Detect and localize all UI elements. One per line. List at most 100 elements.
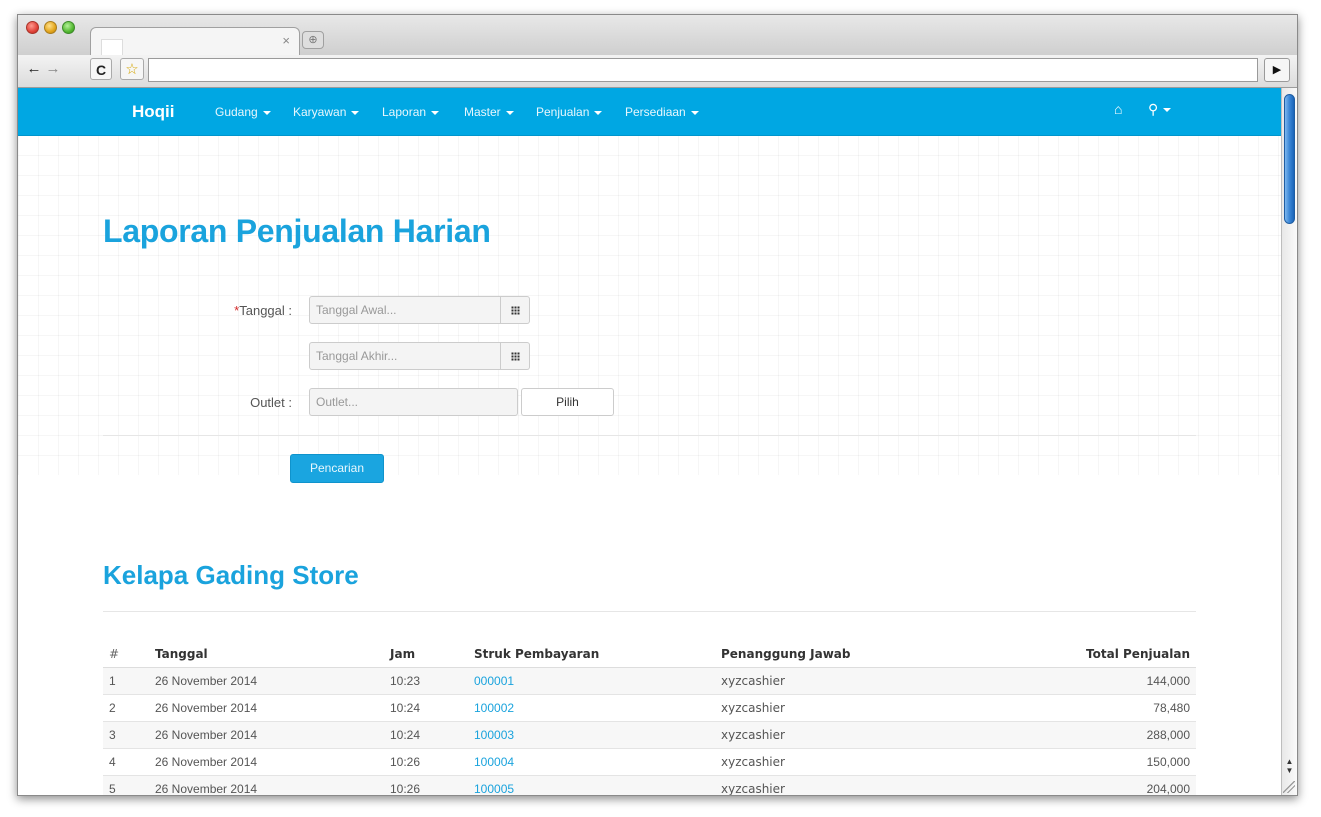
sales-table: # Tanggal Jam Struk Pembayaran Penanggun…: [103, 641, 1196, 795]
row-receipt-cell: 100005: [468, 775, 715, 795]
row-receipt-cell: 100002: [468, 694, 715, 722]
row-total: 288,000: [915, 721, 1196, 749]
caret-down-icon: [594, 110, 603, 115]
section-divider: [103, 611, 1196, 612]
form-divider: [103, 435, 1196, 436]
outlet-input[interactable]: Outlet...: [309, 388, 518, 416]
table-row: 1 26 November 2014 10:23 000001 xyzcashi…: [103, 667, 1196, 695]
pencarian-button[interactable]: Pencarian: [290, 454, 384, 483]
scrollbar-thumb[interactable]: [1284, 94, 1295, 224]
minimize-window-button[interactable]: [44, 21, 57, 34]
nav-item-label: Persediaan: [625, 105, 686, 119]
nav-item-gudang[interactable]: Gudang: [215, 105, 271, 119]
caret-down-icon: [505, 110, 514, 115]
row-receipt-cell: 000001: [468, 667, 715, 695]
address-bar[interactable]: [148, 58, 1258, 82]
receipt-link[interactable]: 000001: [474, 674, 514, 688]
row-number: 4: [103, 748, 149, 776]
brand-logo[interactable]: Hoqii: [132, 102, 175, 122]
row-total: 144,000: [915, 667, 1196, 695]
column-header: Struk Pembayaran: [468, 641, 715, 668]
column-header: #: [103, 641, 149, 668]
outlet-label: Outlet :: [250, 395, 292, 410]
row-cashier: xyzcashier: [715, 721, 915, 749]
forward-arrow-icon[interactable]: →: [44, 58, 62, 80]
nav-item-label: Laporan: [382, 105, 427, 119]
row-date: 26 November 2014: [149, 694, 384, 722]
nav-item-label: Penjualan: [536, 105, 590, 119]
page-title: Laporan Penjualan Harian: [103, 213, 491, 249]
row-time: 10:23: [384, 667, 468, 695]
close-window-button[interactable]: [26, 21, 39, 34]
browser-tab[interactable]: ×: [90, 27, 300, 57]
table-row: 3 26 November 2014 10:24 100003 xyzcashi…: [103, 721, 1196, 749]
table-row: 4 26 November 2014 10:26 100004 xyzcashi…: [103, 748, 1196, 776]
receipt-link[interactable]: 100004: [474, 755, 514, 769]
nav-item-penjualan[interactable]: Penjualan: [536, 105, 603, 119]
nav-item-label: Karyawan: [293, 105, 347, 119]
nav-item-master[interactable]: Master: [464, 105, 514, 119]
table-row: 5 26 November 2014 10:26 100005 xyzcashi…: [103, 775, 1196, 795]
vertical-scrollbar[interactable]: ▲ ▼: [1281, 88, 1297, 795]
row-number: 1: [103, 667, 149, 695]
nav-item-persediaan[interactable]: Persediaan: [625, 105, 699, 119]
calendar-grid-icon: [511, 306, 520, 315]
caret-down-icon: [262, 110, 271, 115]
row-date: 26 November 2014: [149, 667, 384, 695]
calendar-grid-icon: [511, 352, 520, 361]
new-tab-button[interactable]: ⊕: [302, 31, 324, 49]
tanggal-awal-input[interactable]: Tanggal Awal...: [309, 296, 501, 324]
row-time: 10:24: [384, 721, 468, 749]
page-menu-icon[interactable]: ▶: [1264, 58, 1290, 82]
tanggal-awal-calendar-button[interactable]: [501, 296, 530, 324]
row-total: 204,000: [915, 775, 1196, 795]
tanggal-label-text: Tanggal :: [239, 303, 292, 318]
zoom-window-button[interactable]: [62, 21, 75, 34]
bookmark-star-icon[interactable]: ☆: [120, 58, 144, 80]
user-menu[interactable]: ⚲: [1148, 101, 1172, 118]
caret-down-icon: [431, 110, 440, 115]
tanggal-akhir-calendar-button[interactable]: [501, 342, 530, 370]
row-time: 10:24: [384, 694, 468, 722]
home-icon[interactable]: ⌂: [1114, 101, 1122, 117]
user-icon: ⚲: [1148, 101, 1159, 117]
caret-down-icon: [690, 110, 699, 115]
receipt-link[interactable]: 100005: [474, 782, 514, 795]
row-receipt-cell: 100004: [468, 748, 715, 776]
row-cashier: xyzcashier: [715, 748, 915, 776]
caret-down-icon: [351, 110, 360, 115]
scroll-arrows-icon[interactable]: ▲ ▼: [1283, 757, 1296, 775]
resize-grip-icon[interactable]: [1283, 781, 1295, 793]
column-header: Tanggal: [149, 641, 384, 668]
row-cashier: xyzcashier: [715, 667, 915, 695]
row-time: 10:26: [384, 748, 468, 776]
nav-item-karyawan[interactable]: Karyawan: [293, 105, 360, 119]
receipt-link[interactable]: 100003: [474, 728, 514, 742]
tab-strip: × ⊕: [18, 15, 1297, 57]
row-date: 26 November 2014: [149, 721, 384, 749]
pilih-button[interactable]: Pilih: [521, 388, 614, 416]
browser-window: × ⊕ ← → C ☆ ▶ Hoqii Gudang Karyawan Lapo…: [17, 14, 1298, 796]
nav-item-label: Master: [464, 105, 501, 119]
top-navbar: Hoqii Gudang Karyawan Laporan Master Pen…: [18, 88, 1281, 136]
table-header-row: # Tanggal Jam Struk Pembayaran Penanggun…: [103, 641, 1196, 668]
back-arrow-icon[interactable]: ←: [24, 58, 44, 80]
store-title: Kelapa Gading Store: [103, 560, 359, 590]
receipt-link[interactable]: 100002: [474, 701, 514, 715]
reload-icon[interactable]: C: [90, 58, 112, 80]
column-header: Jam: [384, 641, 468, 668]
row-number: 5: [103, 775, 149, 795]
tanggal-akhir-input[interactable]: Tanggal Akhir...: [309, 342, 501, 370]
tab-close-icon[interactable]: ×: [282, 33, 290, 48]
page-viewport: Hoqii Gudang Karyawan Laporan Master Pen…: [18, 88, 1281, 795]
row-time: 10:26: [384, 775, 468, 795]
row-number: 3: [103, 721, 149, 749]
row-total: 150,000: [915, 748, 1196, 776]
row-date: 26 November 2014: [149, 748, 384, 776]
row-date: 26 November 2014: [149, 775, 384, 795]
tanggal-label: *Tanggal :: [92, 303, 292, 318]
browser-toolbar: ← → C ☆ ▶: [18, 55, 1297, 88]
row-cashier: xyzcashier: [715, 694, 915, 722]
nav-item-laporan[interactable]: Laporan: [382, 105, 440, 119]
nav-item-label: Gudang: [215, 105, 258, 119]
